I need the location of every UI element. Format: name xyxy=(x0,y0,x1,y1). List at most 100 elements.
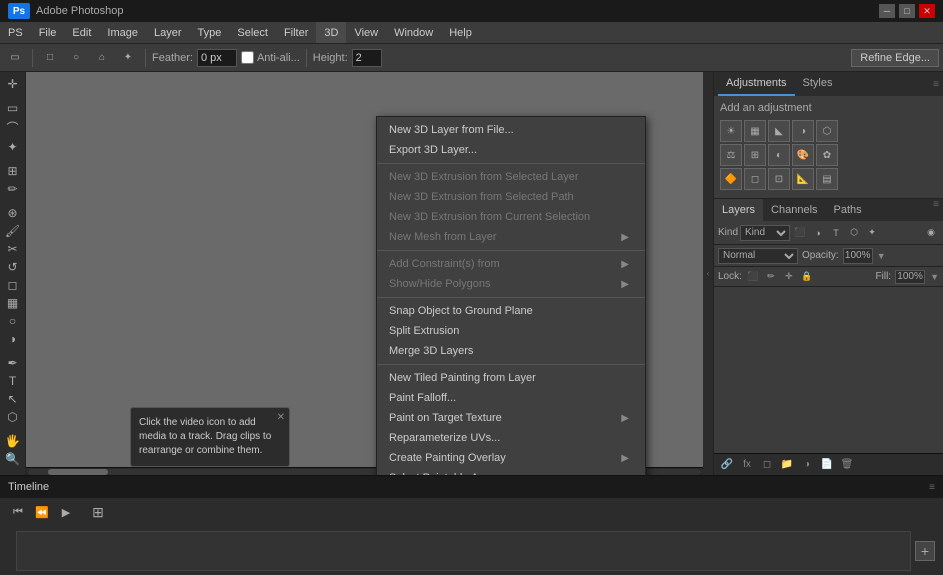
adj-hsl-icon[interactable]: ⚖ xyxy=(720,144,742,166)
tool-blur[interactable]: ○ xyxy=(2,313,24,329)
lock-pixels-icon[interactable]: ⬛ xyxy=(746,270,760,284)
menu-edit[interactable]: Edit xyxy=(64,22,99,43)
minimize-button[interactable]: ─ xyxy=(879,4,895,18)
link-layers-button[interactable]: 🔗 xyxy=(718,456,736,474)
adj-bw-icon[interactable]: ◐ xyxy=(768,144,790,166)
tool-marquee[interactable]: ▭ xyxy=(2,100,24,116)
layers-panel-options[interactable]: ≡ xyxy=(929,199,943,221)
scrollbar-thumb-h[interactable] xyxy=(48,469,108,475)
circle-icon[interactable]: ○ xyxy=(65,47,87,69)
tool-hand[interactable]: 🖐 xyxy=(2,433,24,449)
timeline-prev-button[interactable]: ⏪ xyxy=(32,502,52,522)
menu-item-split-extrusion[interactable]: Split Extrusion xyxy=(377,321,645,341)
menu-item-new-tiled-painting[interactable]: New Tiled Painting from Layer xyxy=(377,368,645,388)
timeline-go-start-button[interactable]: ⏮ xyxy=(8,502,28,522)
tool-lasso[interactable]: ⌒ xyxy=(2,118,24,137)
lasso-icon[interactable]: ⌂ xyxy=(91,47,113,69)
opacity-input[interactable] xyxy=(843,248,873,264)
layers-kind-select[interactable]: Kind xyxy=(740,225,790,241)
adj-color-balance-icon[interactable]: ⊞ xyxy=(744,144,766,166)
opacity-dropdown-arrow[interactable]: ▼ xyxy=(877,251,886,261)
menu-window[interactable]: Window xyxy=(386,22,441,43)
adj-photo-filter-icon[interactable]: 🎨 xyxy=(792,144,814,166)
menu-item-extrusion-selected-path[interactable]: New 3D Extrusion from Selected Path xyxy=(377,187,645,207)
adj-gradient-map-icon[interactable]: ▤ xyxy=(816,168,838,190)
timeline-track[interactable] xyxy=(16,531,911,571)
tool-crop[interactable]: ⊞ xyxy=(2,163,24,179)
tool-eyedropper[interactable]: ✏ xyxy=(2,181,24,197)
tab-paths[interactable]: Paths xyxy=(826,199,870,221)
menu-item-merge-3d-layers[interactable]: Merge 3D Layers xyxy=(377,341,645,361)
timeline-play-button[interactable]: ▶ xyxy=(56,502,76,522)
adj-brightness-icon[interactable]: ☀ xyxy=(720,120,742,142)
tab-layers[interactable]: Layers xyxy=(714,199,763,221)
tool-text[interactable]: T xyxy=(2,373,24,389)
adj-invert-icon[interactable]: ◻ xyxy=(744,168,766,190)
menu-item-reparameterize[interactable]: Reparameterize UVs... xyxy=(377,428,645,448)
height-input[interactable] xyxy=(352,49,382,67)
menu-image[interactable]: Image xyxy=(99,22,146,43)
adj-threshold-icon[interactable]: 📐 xyxy=(792,168,814,190)
tool-zoom[interactable]: 🔍 xyxy=(2,451,24,467)
menu-ps[interactable]: PS xyxy=(0,22,31,43)
close-button[interactable]: ✕ xyxy=(919,4,935,18)
layer-filter-pixel-icon[interactable]: ⬛ xyxy=(792,225,808,241)
menu-item-extrusion-current-selection[interactable]: New 3D Extrusion from Current Selection xyxy=(377,207,645,227)
menu-type[interactable]: Type xyxy=(190,22,230,43)
lock-all-icon[interactable]: 🔒 xyxy=(800,270,814,284)
delete-layer-button[interactable]: 🗑 xyxy=(838,456,856,474)
layer-filter-toggle[interactable]: ◉ xyxy=(923,225,939,241)
menu-item-paint-on-texture[interactable]: Paint on Target Texture ▶ xyxy=(377,408,645,428)
adj-exposure-icon[interactable]: ◑ xyxy=(792,120,814,142)
adj-vibrance-icon[interactable]: ⬡ xyxy=(816,120,838,142)
tool-move[interactable]: ✛ xyxy=(2,76,24,92)
adj-curves-icon[interactable]: ◣ xyxy=(768,120,790,142)
lock-move-icon[interactable]: ✛ xyxy=(782,270,796,284)
add-mask-button[interactable]: ◻ xyxy=(758,456,776,474)
new-layer-button[interactable]: 📄 xyxy=(818,456,836,474)
menu-item-paint-falloff[interactable]: Paint Falloff... xyxy=(377,388,645,408)
tool-dodge[interactable]: ◑ xyxy=(2,331,24,347)
adj-posterize-icon[interactable]: ⊡ xyxy=(768,168,790,190)
adj-color-lookup-icon[interactable]: 🔶 xyxy=(720,168,742,190)
menu-filter[interactable]: Filter xyxy=(276,22,316,43)
tool-brush[interactable]: 🖌 xyxy=(2,223,24,239)
menu-layer[interactable]: Layer xyxy=(146,22,190,43)
panel-collapse-strip[interactable]: ‹ xyxy=(703,72,713,475)
menu-select[interactable]: Select xyxy=(229,22,276,43)
lock-position-icon[interactable]: ✏ xyxy=(764,270,778,284)
menu-item-extrusion-selected-layer[interactable]: New 3D Extrusion from Selected Layer xyxy=(377,167,645,187)
layer-filter-smart-icon[interactable]: ✦ xyxy=(864,225,880,241)
new-adjustment-button[interactable]: ◑ xyxy=(798,456,816,474)
tab-styles[interactable]: Styles xyxy=(795,72,841,96)
anti-alias-checkbox[interactable] xyxy=(241,51,254,64)
timeline-settings-icon[interactable]: ⊞ xyxy=(88,502,108,522)
menu-file[interactable]: File xyxy=(31,22,65,43)
menu-view[interactable]: View xyxy=(346,22,386,43)
magic-icon[interactable]: ✦ xyxy=(117,47,139,69)
adj-channel-mixer-icon[interactable]: ✿ xyxy=(816,144,838,166)
menu-help[interactable]: Help xyxy=(441,22,480,43)
tab-adjustments[interactable]: Adjustments xyxy=(718,72,795,96)
rect-icon[interactable]: □ xyxy=(39,47,61,69)
tool-magic-wand[interactable]: ✦ xyxy=(2,139,24,155)
tooltip-close-button[interactable]: ✕ xyxy=(277,411,285,425)
feather-input[interactable] xyxy=(197,49,237,67)
tool-history-brush[interactable]: ↺ xyxy=(2,259,24,275)
layer-filter-adjust-icon[interactable]: ◑ xyxy=(810,225,826,241)
menu-3d[interactable]: 3D xyxy=(316,22,346,43)
menu-item-snap-object[interactable]: Snap Object to Ground Plane xyxy=(377,301,645,321)
fill-dropdown-arrow[interactable]: ▼ xyxy=(930,272,939,282)
tool-shape[interactable]: ⬡ xyxy=(2,409,24,425)
timeline-options[interactable]: ≡ xyxy=(929,482,935,493)
selection-tool-icon[interactable]: ▭ xyxy=(4,47,26,69)
maximize-button[interactable]: □ xyxy=(899,4,915,18)
fill-input[interactable] xyxy=(895,270,925,284)
layer-filter-shape-icon[interactable]: ⬡ xyxy=(846,225,862,241)
tool-eraser[interactable]: ◻ xyxy=(2,277,24,293)
menu-item-create-painting-overlay[interactable]: Create Painting Overlay ▶ xyxy=(377,448,645,468)
menu-item-new-3d-from-file[interactable]: New 3D Layer from File... xyxy=(377,120,645,140)
tool-gradient[interactable]: ▦ xyxy=(2,295,24,311)
menu-item-mesh-from-layer[interactable]: New Mesh from Layer ▶ xyxy=(377,227,645,247)
menu-item-add-constraint[interactable]: Add Constraint(s) from ▶ xyxy=(377,254,645,274)
